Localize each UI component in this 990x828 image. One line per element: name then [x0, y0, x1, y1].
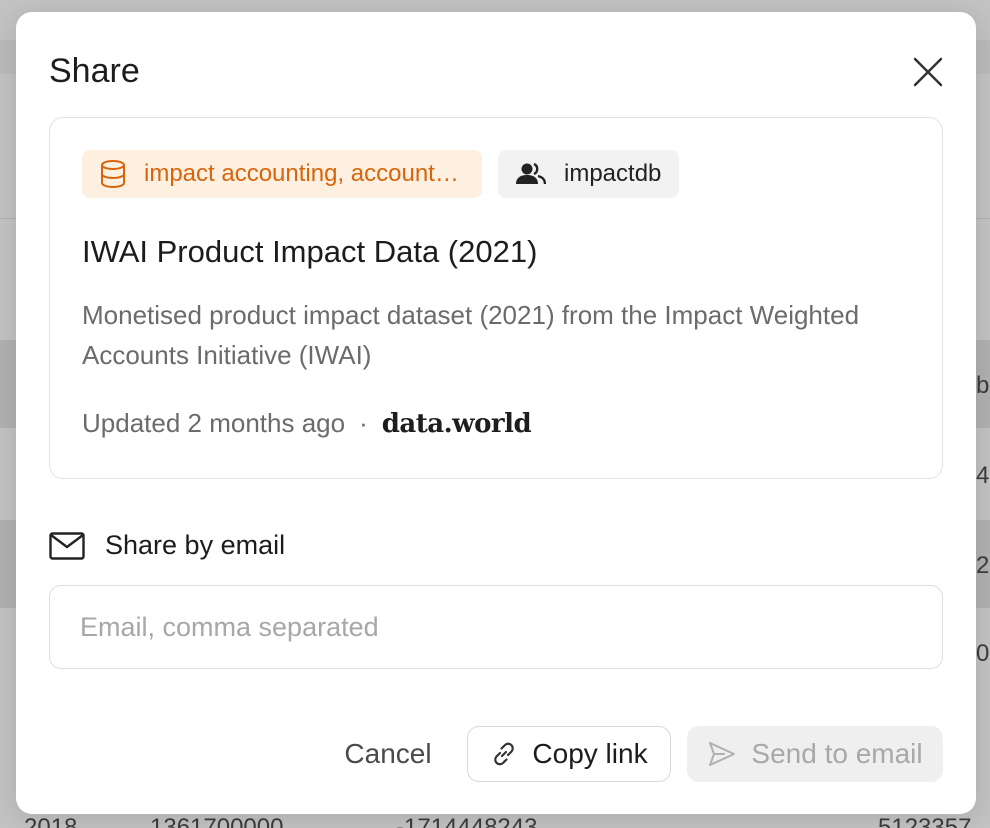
chip-row: impact accounting, accounting, impact im…	[82, 150, 680, 198]
background-cell: -1714448243	[396, 814, 538, 828]
background-cell: 00	[976, 640, 990, 667]
share-by-email-header: Share by email	[49, 530, 285, 561]
dataset-card: impact accounting, accounting, impact im…	[49, 117, 943, 479]
email-input[interactable]	[49, 585, 943, 669]
close-button[interactable]	[908, 52, 948, 92]
dataset-description: Monetised product impact dataset (2021) …	[82, 300, 860, 370]
cancel-button-label: Cancel	[344, 738, 432, 769]
dialog-title: Share	[49, 52, 140, 90]
people-icon	[516, 162, 546, 186]
background-cell-year: 2018	[24, 814, 78, 828]
dataset-meta: Updated 2 months ago · data.world	[82, 408, 532, 439]
owner-chip-label: impactdb	[564, 160, 662, 187]
share-by-email-label: Share by email	[105, 530, 286, 560]
tag-chip-label: impact accounting, accounting, impact	[144, 160, 464, 187]
background-cell: 5123357	[878, 814, 972, 828]
cancel-button[interactable]: Cancel	[326, 726, 450, 782]
owner-chip[interactable]: impactdb	[498, 150, 680, 198]
link-icon	[490, 740, 518, 768]
meta-separator: ·	[359, 408, 368, 438]
background-cell: 1361700000	[150, 814, 284, 828]
share-dialog: Share impact accounting, accounting, imp…	[16, 12, 976, 814]
dataset-title: IWAI Product Impact Data (2021)	[82, 234, 538, 269]
background-cell: 28	[976, 552, 990, 579]
send-icon	[707, 740, 737, 768]
send-to-email-label: Send to email	[751, 738, 923, 769]
database-icon	[100, 160, 126, 188]
updated-text: Updated 2 months ago	[82, 408, 346, 438]
background-cell: b	[976, 372, 990, 399]
close-icon	[912, 56, 944, 88]
data-world-logo: data.world	[381, 408, 532, 439]
copy-link-button[interactable]: Copy link	[467, 726, 671, 782]
send-to-email-button[interactable]: Send to email	[687, 726, 943, 782]
background-cell: 49	[976, 462, 990, 489]
tag-chip[interactable]: impact accounting, accounting, impact	[82, 150, 482, 198]
copy-link-label: Copy link	[532, 738, 648, 769]
mail-icon	[49, 531, 85, 560]
